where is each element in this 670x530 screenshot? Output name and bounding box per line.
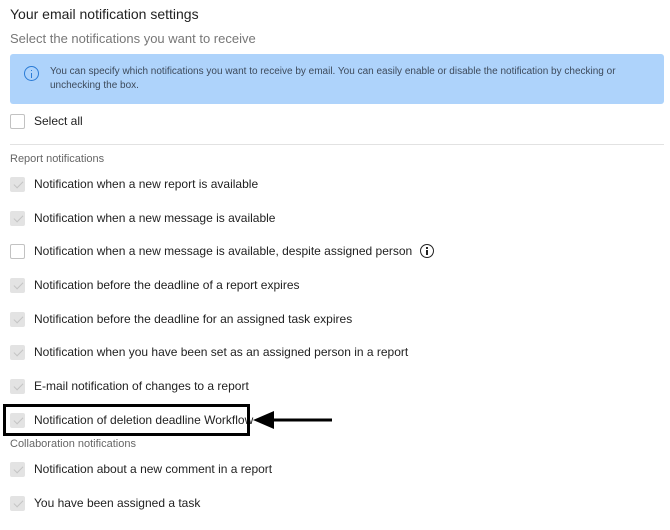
info-banner-text: You can specify which notifications you … — [50, 66, 616, 91]
collaboration-notifications-heading: Collaboration notifications — [10, 438, 136, 450]
report-notification-row[interactable]: Notification when a new message is avail… — [10, 242, 435, 260]
report-notifications-heading: Report notifications — [10, 153, 105, 165]
notification-label: Notification when a new message is avail… — [34, 244, 413, 258]
page-title: Your email notification settings — [10, 6, 199, 22]
notification-settings-page: Your email notification settings Select … — [0, 0, 670, 530]
notification-checkbox[interactable] — [10, 495, 25, 511]
notification-checkbox[interactable] — [10, 210, 25, 226]
arrow-left-icon — [253, 411, 332, 429]
notification-checkbox[interactable] — [10, 243, 25, 259]
notification-label: Notification when a new report is availa… — [34, 177, 259, 191]
notification-checkbox[interactable] — [10, 311, 25, 327]
notification-checkbox[interactable] — [10, 461, 25, 477]
notification-label: Notification before the deadline of a re… — [34, 278, 300, 292]
report-notification-row[interactable]: Notification before the deadline of a re… — [10, 276, 300, 294]
notification-label: You have been assigned a task — [34, 496, 201, 510]
report-notification-row[interactable]: Notification before the deadline for an … — [10, 310, 352, 328]
notification-checkbox[interactable] — [10, 378, 25, 394]
info-icon[interactable] — [420, 244, 435, 258]
select-all-checkbox[interactable] — [10, 113, 25, 129]
collaboration-notification-row[interactable]: You have been assigned a task — [10, 494, 200, 512]
info-banner: You can specify which notifications you … — [10, 54, 664, 104]
notification-label: Notification when you have been set as a… — [34, 345, 409, 359]
info-icon — [24, 66, 39, 81]
report-notification-row[interactable]: Notification when a new message is avail… — [10, 209, 275, 227]
divider — [10, 144, 664, 145]
report-notification-row[interactable]: Notification when you have been set as a… — [10, 343, 408, 361]
report-notification-row[interactable]: E-mail notification of changes to a repo… — [10, 377, 249, 395]
page-subtitle: Select the notifications you want to rec… — [10, 31, 256, 46]
collaboration-notification-row[interactable]: Notification about a new comment in a re… — [10, 460, 272, 478]
report-notification-row[interactable]: Notification when a new report is availa… — [10, 175, 258, 193]
highlight-box — [3, 404, 250, 436]
select-all-row[interactable]: Select all — [10, 112, 83, 130]
notification-checkbox[interactable] — [10, 344, 25, 360]
notification-label: Notification when a new message is avail… — [34, 211, 276, 225]
notification-label: Notification about a new comment in a re… — [34, 462, 273, 476]
select-all-label: Select all — [34, 114, 83, 128]
notification-checkbox[interactable] — [10, 277, 25, 293]
notification-label: Notification before the deadline for an … — [34, 312, 353, 326]
notification-label: E-mail notification of changes to a repo… — [34, 379, 249, 393]
notification-checkbox[interactable] — [10, 176, 25, 192]
